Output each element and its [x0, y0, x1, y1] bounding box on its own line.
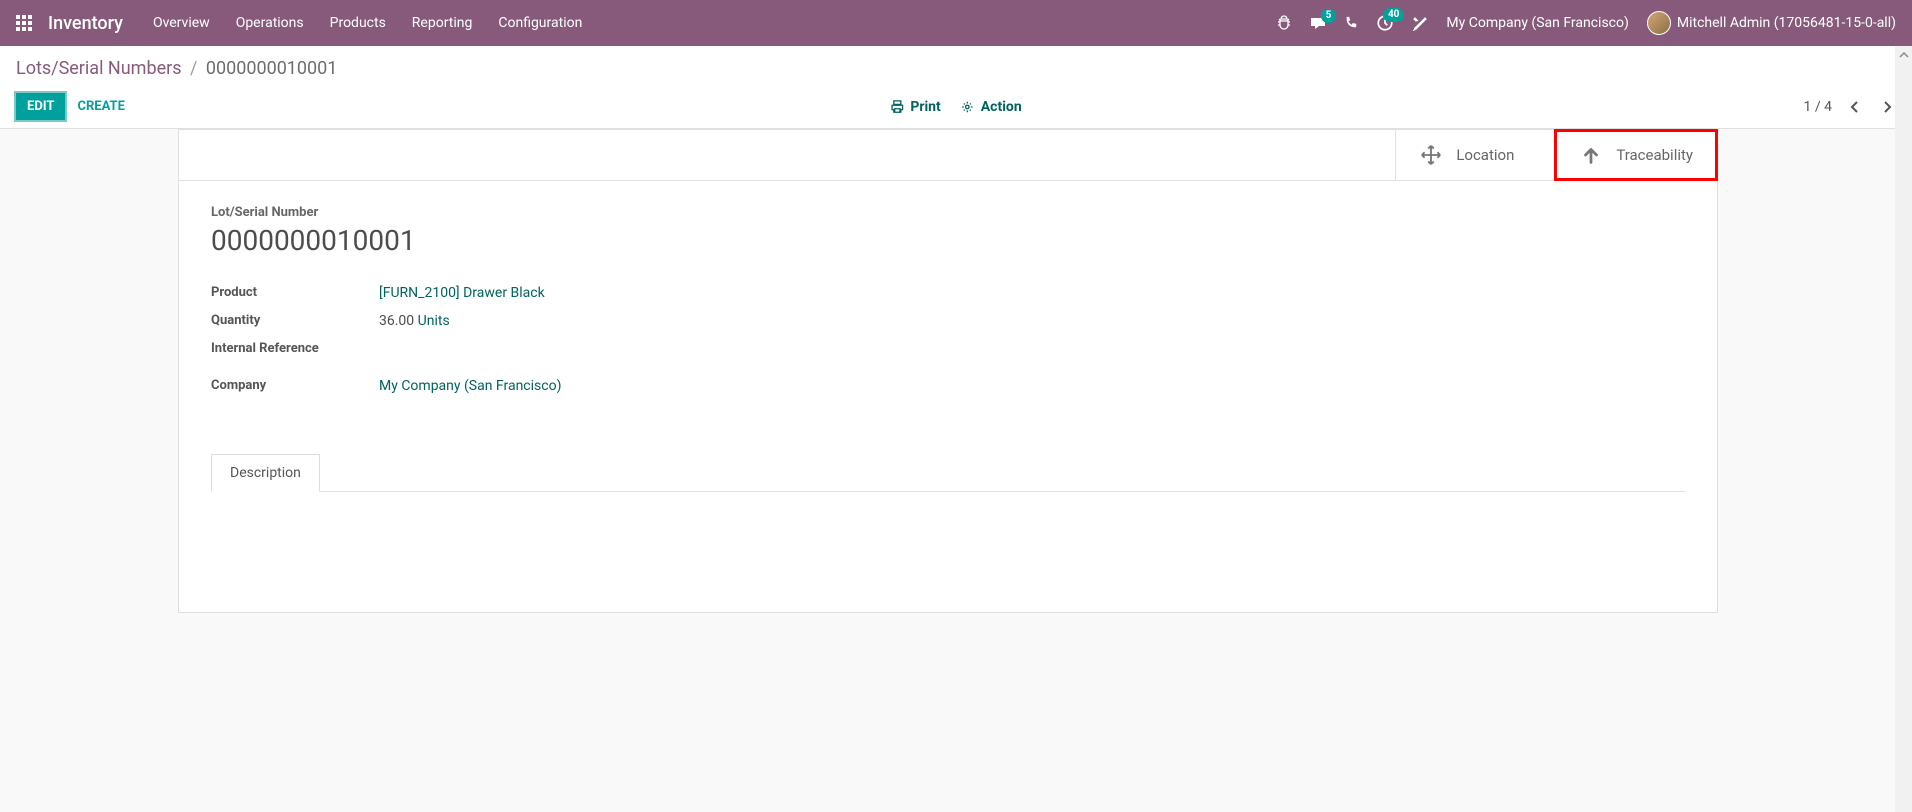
- notebook-tabs: Description: [211, 454, 1685, 492]
- user-name: Mitchell Admin (17056481-15-0-all): [1677, 15, 1896, 31]
- arrow-up-icon: [1580, 144, 1602, 166]
- chevron-left-icon: [1850, 100, 1860, 114]
- tab-content: [211, 492, 1685, 572]
- messages-badge: 5: [1321, 9, 1337, 23]
- product-value[interactable]: [FURN_2100] Drawer Black: [379, 285, 545, 301]
- vertical-scrollbar[interactable]: [1895, 46, 1912, 812]
- phone-icon[interactable]: [1344, 16, 1358, 30]
- bug-icon[interactable]: [1276, 15, 1292, 31]
- avatar: [1647, 11, 1671, 35]
- main-menu: Overview Operations Products Reporting C…: [153, 15, 1276, 31]
- menu-reporting[interactable]: Reporting: [412, 15, 473, 31]
- move-icon: [1420, 144, 1442, 166]
- product-label: Product: [211, 285, 379, 301]
- gear-icon: [961, 100, 975, 114]
- form-body: Lot/Serial Number 0000000010001 Product …: [179, 181, 1717, 612]
- internal-ref-label: Internal Reference: [211, 341, 379, 356]
- content-area: Location Traceability Lot/Serial Number …: [0, 129, 1912, 613]
- edit-button[interactable]: EDIT: [16, 93, 65, 120]
- lot-value: 0000000010001: [211, 224, 1685, 257]
- topbar-right: 5 40 My Company (San Francisco) Mitchell…: [1276, 11, 1896, 35]
- company-name: My Company (San Francisco): [1446, 15, 1628, 31]
- field-product: Product [FURN_2100] Drawer Black: [211, 285, 1685, 301]
- action-button[interactable]: Action: [961, 99, 1022, 115]
- print-icon: [890, 100, 904, 114]
- print-label: Print: [910, 99, 940, 115]
- chevron-right-icon: [1882, 100, 1892, 114]
- action-label: Action: [981, 99, 1022, 115]
- action-bar: EDIT CREATE Print Action 1 / 4: [16, 93, 1896, 128]
- menu-configuration[interactable]: Configuration: [498, 15, 582, 31]
- activities-badge: 40: [1383, 8, 1404, 22]
- company-label: Company: [211, 378, 379, 394]
- menu-operations[interactable]: Operations: [236, 15, 304, 31]
- field-company: Company My Company (San Francisco): [211, 378, 1685, 394]
- print-button[interactable]: Print: [890, 99, 940, 115]
- create-button[interactable]: CREATE: [65, 93, 136, 120]
- control-panel: Lots/Serial Numbers / 0000000010001 EDIT…: [0, 46, 1912, 129]
- pager: 1 / 4: [1804, 96, 1896, 118]
- location-statbox[interactable]: Location: [1395, 130, 1555, 180]
- tools-icon[interactable]: [1412, 15, 1428, 31]
- app-brand[interactable]: Inventory: [48, 13, 123, 34]
- quantity-unit[interactable]: Units: [418, 313, 450, 329]
- location-label: Location: [1456, 146, 1514, 164]
- tab-description[interactable]: Description: [211, 454, 320, 492]
- breadcrumb: Lots/Serial Numbers / 0000000010001: [16, 58, 1896, 79]
- form-card: Location Traceability Lot/Serial Number …: [178, 129, 1718, 613]
- scroll-up-icon[interactable]: [1895, 46, 1912, 63]
- breadcrumb-current: 0000000010001: [206, 58, 338, 79]
- quantity-value: 36.00 Units: [379, 313, 450, 329]
- breadcrumb-separator: /: [190, 58, 197, 79]
- traceability-label: Traceability: [1616, 146, 1693, 164]
- user-menu[interactable]: Mitchell Admin (17056481-15-0-all): [1647, 11, 1896, 35]
- messages-icon[interactable]: 5: [1310, 15, 1326, 31]
- pager-prev[interactable]: [1846, 96, 1864, 118]
- apps-icon[interactable]: [16, 15, 32, 31]
- menu-overview[interactable]: Overview: [153, 15, 210, 31]
- activities-icon[interactable]: 40: [1376, 14, 1394, 32]
- quantity-number: 36.00: [379, 313, 414, 329]
- quantity-label: Quantity: [211, 313, 379, 329]
- breadcrumb-parent[interactable]: Lots/Serial Numbers: [16, 58, 182, 79]
- stat-buttons: Location Traceability: [179, 130, 1717, 181]
- field-internal-ref: Internal Reference: [211, 341, 1685, 360]
- lot-label: Lot/Serial Number: [211, 205, 1685, 220]
- pager-text[interactable]: 1 / 4: [1804, 99, 1832, 115]
- top-navbar: Inventory Overview Operations Products R…: [0, 0, 1912, 46]
- menu-products[interactable]: Products: [330, 15, 386, 31]
- company-switcher[interactable]: My Company (San Francisco): [1446, 15, 1628, 31]
- company-value[interactable]: My Company (San Francisco): [379, 378, 561, 394]
- pager-next[interactable]: [1878, 96, 1896, 118]
- traceability-statbox[interactable]: Traceability: [1555, 130, 1717, 180]
- field-quantity: Quantity 36.00 Units: [211, 313, 1685, 329]
